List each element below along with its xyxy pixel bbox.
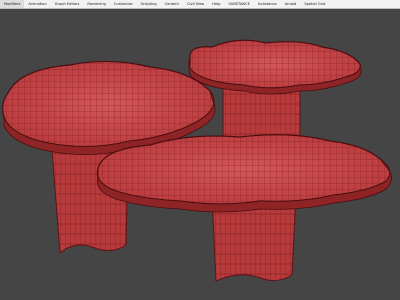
menu-item-animation[interactable]: Animation bbox=[24, 0, 50, 8]
menu-item-substance[interactable]: Substance bbox=[254, 0, 281, 8]
menu-item-arnold[interactable]: Arnold bbox=[281, 0, 301, 8]
menu-item-modifiers[interactable]: Modifiers bbox=[0, 0, 25, 8]
menu-item-help[interactable]: Help bbox=[208, 0, 224, 8]
menu-item-scripting[interactable]: Scripting bbox=[137, 0, 161, 8]
menu-item-rendering[interactable]: Rendering bbox=[83, 0, 109, 8]
menu-item-civil-view[interactable]: Civil View bbox=[183, 0, 208, 8]
table-front-right[interactable] bbox=[96, 134, 392, 282]
viewport-canvas bbox=[2, 39, 392, 282]
menu-item-substance[interactable]: SUBSTANCE bbox=[224, 0, 253, 8]
menu-item-graph-editors[interactable]: Graph Editors bbox=[51, 0, 84, 8]
menu-item-content[interactable]: Content bbox=[161, 0, 183, 8]
menu-item-spatial-grid[interactable]: Spatial Grid bbox=[300, 0, 329, 8]
menu-bar: Modifiers Animation Graph Editors Rendering… bbox=[0, 0, 400, 9]
menu-item-customize[interactable]: Customize bbox=[110, 0, 137, 8]
3d-viewport[interactable] bbox=[0, 9, 400, 300]
